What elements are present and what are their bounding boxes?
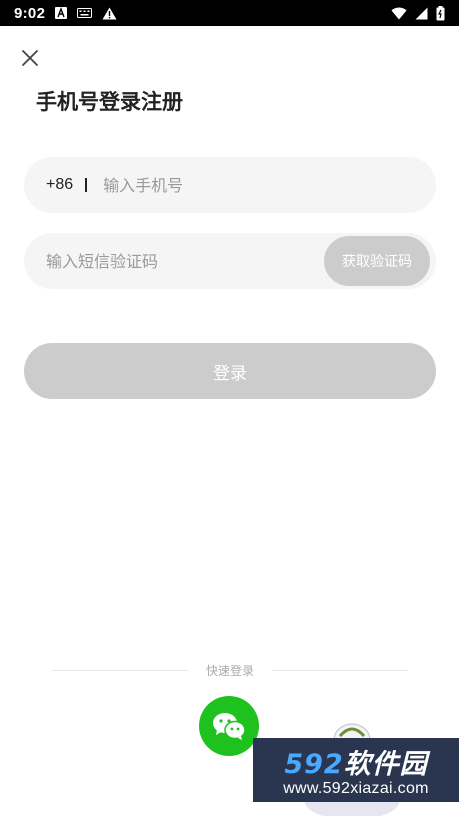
keyboard-icon bbox=[77, 8, 93, 18]
wifi-icon bbox=[391, 7, 407, 20]
quick-login-divider: 快速登录 bbox=[52, 660, 409, 680]
country-code-divider bbox=[85, 178, 88, 192]
divider-line-right bbox=[272, 669, 409, 671]
get-code-button[interactable]: 获取验证码 bbox=[324, 236, 430, 286]
status-bar: 9:02 bbox=[0, 0, 459, 26]
wechat-login-button[interactable] bbox=[199, 696, 259, 756]
watermark-text: 软件园 bbox=[343, 749, 428, 780]
phone-input[interactable] bbox=[103, 157, 436, 213]
close-icon bbox=[22, 50, 38, 66]
quick-login-label: 快速登录 bbox=[206, 663, 255, 678]
phone-field-row: +86 bbox=[24, 157, 436, 213]
login-button[interactable]: 登录 bbox=[24, 343, 436, 399]
divider-line-left bbox=[52, 669, 188, 671]
watermark-url: www.592xiazai.com bbox=[283, 780, 429, 797]
watermark-banner: 592软件园 www.592xiazai.com bbox=[253, 738, 459, 802]
font-icon bbox=[55, 7, 68, 19]
status-right bbox=[391, 5, 445, 21]
status-time: 9:02 bbox=[14, 4, 46, 22]
status-left: 9:02 bbox=[14, 5, 117, 22]
country-code[interactable]: +86 bbox=[46, 176, 73, 194]
close-button[interactable] bbox=[16, 44, 44, 72]
signal-icon bbox=[415, 7, 428, 20]
wechat-icon bbox=[213, 713, 246, 740]
battery-icon bbox=[436, 5, 445, 21]
alert-icon bbox=[102, 7, 117, 20]
sms-code-input[interactable] bbox=[46, 233, 324, 289]
watermark-title: 592软件园 bbox=[253, 742, 459, 781]
watermark-number: 592 bbox=[284, 749, 344, 780]
page-title: 手机号登录注册 bbox=[36, 90, 183, 114]
sms-code-row: 获取验证码 bbox=[24, 233, 436, 289]
